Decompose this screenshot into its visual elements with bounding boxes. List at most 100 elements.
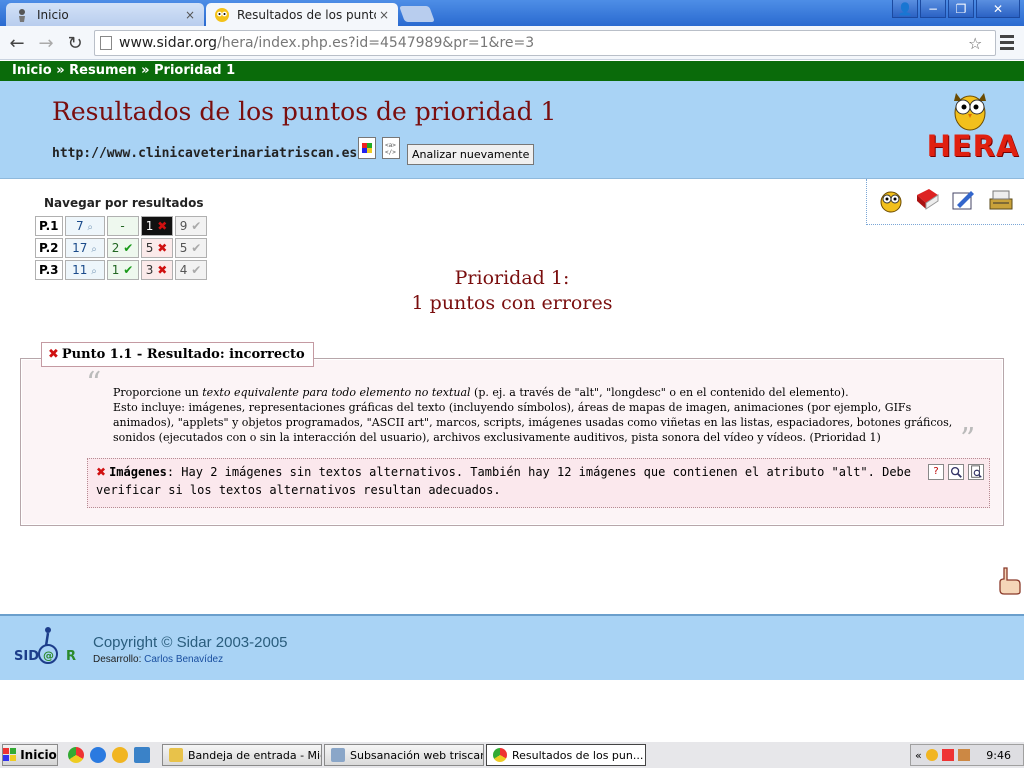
fail-count: 1	[145, 219, 154, 233]
breadcrumb-resumen[interactable]: Resumen	[69, 63, 136, 78]
issue-box: ✖ Imágenes: Hay 2 imágenes sin textos alt…	[87, 458, 990, 508]
reload-button[interactable]: ↻	[64, 32, 86, 54]
owl-icon	[954, 93, 986, 131]
user-icon[interactable]: 👤	[892, 0, 918, 18]
error-icon: ✖	[48, 347, 59, 362]
ok-count-cell[interactable]: 2 ✔	[106, 238, 139, 258]
desc-text: (p. ej. a través de "alt", "longdesc" o …	[470, 386, 849, 399]
tab-resultados[interactable]: Resultados de los puntos de ×	[206, 3, 398, 26]
fail-count-cell[interactable]: 1 ✖	[140, 216, 173, 236]
edit-icon[interactable]	[949, 187, 977, 213]
check-count-cell[interactable]: 17 ⌕	[64, 238, 105, 258]
issue-label: Imágenes	[109, 465, 167, 479]
taskbar-item[interactable]: Resultados de los pun...	[486, 744, 646, 766]
browser-tabstrip: Inicio × Resultados de los puntos de × 👤…	[0, 0, 1024, 26]
priority-label: P.1	[35, 216, 63, 236]
tray-clock-icon[interactable]	[925, 749, 938, 761]
window-controls: 👤 − ❐ ✕	[892, 0, 1020, 18]
new-tab-button[interactable]	[399, 6, 435, 22]
bookmark-star-icon[interactable]: ☆	[968, 34, 982, 53]
analyzed-url[interactable]: http://www.clinicaveterinariatriscan.es/	[52, 146, 365, 161]
book-icon[interactable]	[913, 187, 941, 213]
breadcrumb-inicio[interactable]: Inicio	[12, 63, 52, 78]
close-tab-icon[interactable]: ×	[376, 8, 392, 22]
sidar-logo[interactable]: SID R @	[14, 624, 86, 672]
quick-launch	[68, 747, 150, 763]
address-host: www.sidar.org	[119, 35, 218, 51]
breadcrumb-prioridad: Prioridad 1	[154, 63, 236, 78]
task-title: Subsanación web triscan....	[350, 748, 483, 762]
checkpoint-heading: ✖ Punto 1.1 - Resultado: incorrecto	[41, 342, 314, 367]
close-tab-icon[interactable]: ×	[182, 8, 198, 22]
start-button[interactable]: Inicio	[2, 744, 58, 766]
help-icon[interactable]: ?	[928, 464, 944, 480]
forward-button[interactable]: →	[35, 32, 57, 54]
page-search-icon[interactable]	[968, 464, 984, 480]
breadcrumb-separator: »	[56, 63, 65, 78]
clock[interactable]: 9:46	[986, 749, 1011, 762]
color-report-icon[interactable]	[358, 137, 376, 159]
summary-line-2: 1 puntos con errores	[411, 292, 613, 314]
owl-help-icon[interactable]	[877, 187, 905, 213]
fail-count-cell[interactable]: 5 ✖	[140, 238, 173, 258]
svg-text:@: @	[43, 649, 54, 662]
close-window-button[interactable]: ✕	[976, 0, 1020, 18]
na-count: 5	[179, 241, 188, 255]
na-count-cell[interactable]: 9 ✔	[174, 216, 207, 236]
check-count-cell[interactable]: 7 ⌕	[64, 216, 105, 236]
tab-inicio[interactable]: Inicio ×	[6, 3, 204, 26]
taskbar-item[interactable]: Bandeja de entrada - Mic...	[162, 744, 322, 766]
menu-icon[interactable]	[1000, 35, 1014, 53]
table-row: P.1 7 ⌕ - 1 ✖ 9 ✔	[35, 216, 207, 236]
address-bar[interactable]: www.sidar.org/hera/index.php.es?id=45479…	[94, 30, 996, 56]
na-count-cell[interactable]: 5 ✔	[174, 238, 207, 258]
reanalyze-button[interactable]: Analizar nuevamente	[407, 144, 535, 165]
app-icon[interactable]	[134, 747, 150, 763]
back-button[interactable]: ←	[6, 32, 28, 54]
magnifier-icon: ⌕	[87, 222, 94, 233]
dev-name-link[interactable]: Carlos Benavídez	[144, 654, 223, 665]
source-code-icon[interactable]: <a> </>	[382, 137, 400, 159]
close-quote-icon: ”	[960, 422, 976, 457]
pointer-hand-icon[interactable]	[996, 566, 1022, 602]
tray-expand-icon[interactable]: «	[915, 749, 922, 762]
page: Inicio » Resumen » Prioridad 1 Resultado…	[0, 61, 1024, 741]
windows-logo-icon	[3, 748, 17, 761]
issue-text: : Hay 2 imágenes sin textos alternativos…	[96, 465, 911, 497]
priority-summary: Prioridad 1: 1 puntos con errores	[0, 266, 1024, 316]
tray-app-icon[interactable]	[957, 749, 970, 761]
checkmark-icon: ✔	[123, 241, 134, 255]
magnifier-icon[interactable]	[948, 464, 964, 480]
magnifier-icon: ⌕	[91, 244, 97, 255]
developer-credit: Desarrollo: Carlos Benavídez	[93, 654, 223, 665]
desc-emphasis: texto equivalente para todo elemento no …	[202, 386, 471, 399]
tab-title: Inicio	[37, 7, 69, 22]
hera-logo[interactable]: HERA	[924, 85, 1022, 163]
dev-label: Desarrollo:	[93, 654, 145, 665]
desc-text: Proporcione un	[113, 386, 203, 399]
open-quote-icon: “	[86, 366, 102, 401]
taskbar: Inicio Bandeja de entrada - Mic... Subsa…	[0, 741, 1024, 768]
address-path: /hera/index.php.es?id=4547989&pr=1&re=3	[217, 35, 535, 51]
taskbar-item[interactable]: Subsanación web triscan....	[324, 744, 484, 766]
minimize-button[interactable]: −	[920, 0, 946, 18]
document-icon	[331, 748, 345, 762]
task-title: Resultados de los pun...	[512, 748, 644, 762]
tray-security-icon[interactable]	[941, 749, 954, 761]
clock-app-icon[interactable]	[112, 747, 128, 763]
chrome-icon	[493, 748, 507, 762]
page-footer: SID R @ Copyright © Sidar 2003-2005 Desa…	[0, 614, 1024, 680]
ok-count: 2	[111, 241, 120, 255]
checkmark-grey-icon: ✔	[191, 219, 202, 233]
hera-owl-tab-icon	[214, 7, 230, 23]
summary-line-1: Prioridad 1:	[454, 267, 570, 289]
ie-icon[interactable]	[90, 747, 106, 763]
svg-text:R: R	[66, 649, 76, 664]
restore-button[interactable]: ❐	[948, 0, 974, 18]
error-icon: ✖	[96, 465, 107, 479]
ok-count-cell: -	[106, 216, 139, 236]
start-label: Inicio	[20, 748, 57, 762]
chrome-icon[interactable]	[68, 747, 84, 763]
checkmark-grey-icon: ✔	[191, 241, 202, 255]
typewriter-icon[interactable]	[987, 187, 1015, 213]
